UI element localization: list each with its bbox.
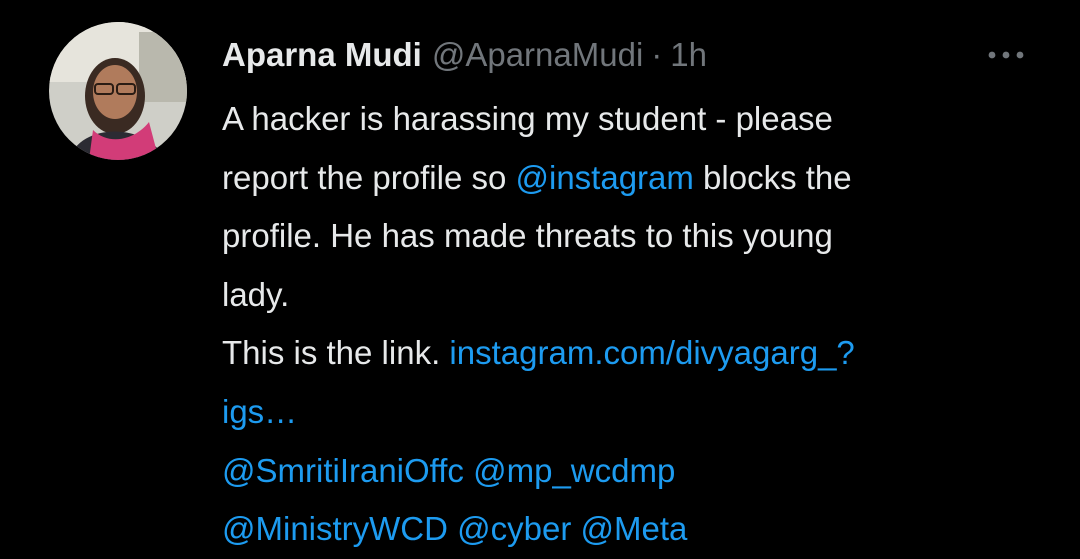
tweet-line: This is the link. instagram.com/divyagar… [222,324,1052,383]
tweet-line: profile. He has made threats to this you… [222,207,1052,266]
author-name[interactable]: Aparna Mudi [222,30,422,80]
more-horizontal-icon [988,51,1024,59]
tweet-line: @MinistryWCD @cyber @Meta [222,500,1052,559]
mention-meta[interactable]: @Meta [581,510,688,547]
mention-smriti-irani-offc[interactable]: @SmritiIraniOffc [222,452,464,489]
mention-instagram[interactable]: @instagram [516,159,694,196]
tweet-text-segment: lady. [222,275,290,313]
separator-dot: · [651,36,663,73]
tweet-text-segment: This is the link. [222,334,450,372]
more-options-button[interactable] [982,40,1030,70]
tweet-line: @SmritiIraniOffc @mp_wcdmp [222,442,1052,501]
tweet-text-segment: blocks the [693,158,852,196]
tweet-line: A hacker is harassing my student - pleas… [222,90,1052,149]
author-handle[interactable]: @AparnaMudi [432,30,643,80]
tweet-text-segment: A hacker is harassing my student - pleas… [222,100,833,137]
instagram-profile-link[interactable]: instagram.com/divyagarg_? [449,334,854,371]
avatar[interactable] [49,22,187,160]
mention-ministry-wcd[interactable]: @MinistryWCD [222,510,448,547]
tweet-line: lady. [222,266,1052,325]
instagram-profile-link-continued[interactable]: igs… [222,393,297,430]
tweet-text-segment: profile. He has made threats to this you… [222,217,833,255]
tweet-text-segment: report the profile so [222,158,516,196]
tweet-line: report the profile so @instagram blocks … [222,149,1052,208]
tweet-header: Aparna Mudi @AparnaMudi · 1h [222,30,707,80]
tweet-text: A hacker is harassing my student - pleas… [222,90,1052,559]
mention-cyber[interactable]: @cyber [457,510,571,547]
tweet-line: igs… [222,383,1052,442]
mention-mp-wcdmp[interactable]: @mp_wcdmp [473,452,675,489]
timestamp[interactable]: 1h [670,30,707,80]
